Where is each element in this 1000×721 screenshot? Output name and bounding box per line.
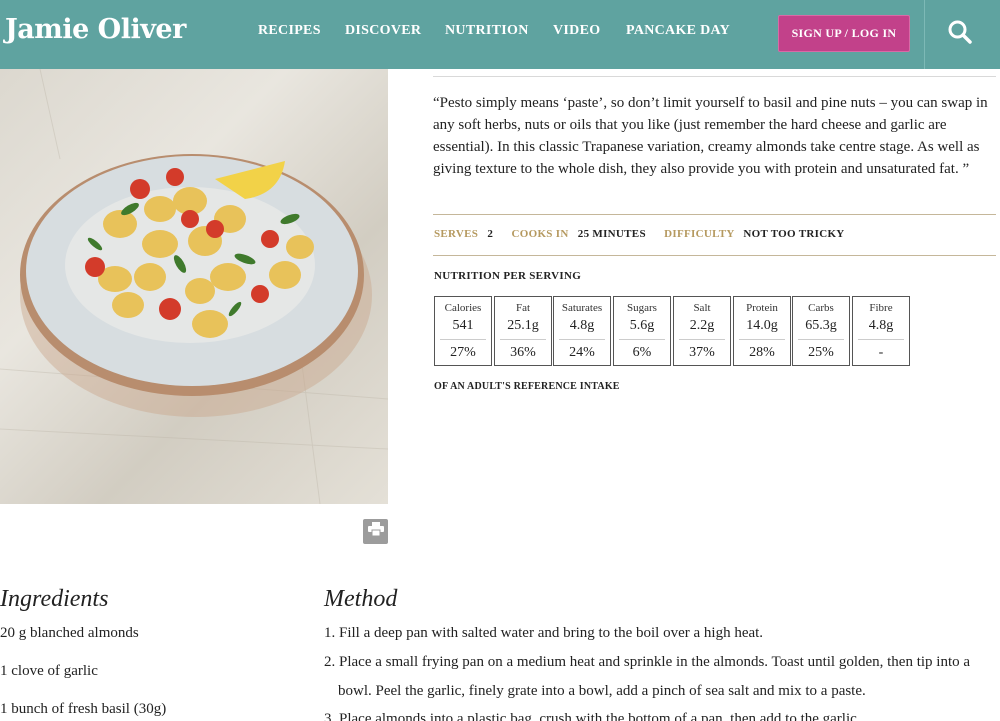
method-step: 3. Place almonds into a plastic bag, cru… — [324, 711, 861, 721]
nutrient-divider — [679, 339, 725, 340]
nutrition-box-salt: Salt 2.2g 37% — [673, 296, 731, 366]
nutrition-title: NUTRITION PER SERVING — [434, 270, 582, 282]
difficulty-value: NOT TOO TRICKY — [743, 228, 845, 240]
header-divider — [924, 0, 925, 69]
recipe-photo — [0, 69, 388, 504]
nutrient-value: 2.2g — [689, 318, 715, 333]
nutrient-label: Sugars — [627, 302, 657, 314]
nutrition-box-fibre: Fibre 4.8g - — [852, 296, 910, 366]
nutrition-box-fat: Fat 25.1g 36% — [494, 296, 552, 366]
nutrient-label: Salt — [693, 302, 711, 314]
nutrient-value: 25.1g — [507, 318, 539, 333]
nutrient-divider — [858, 339, 904, 340]
search-icon — [947, 19, 973, 50]
nutrient-label: Saturates — [561, 302, 603, 314]
print-button[interactable] — [363, 519, 388, 544]
ingredient-item: 20 g blanched almonds — [0, 625, 139, 641]
cooks-in-value: 25 MINUTES — [577, 228, 646, 240]
nutrient-value: 5.6g — [629, 318, 655, 333]
nutrient-label: Fat — [515, 302, 531, 314]
ingredient-item: 1 clove of garlic — [0, 663, 98, 679]
nutrient-percent: 6% — [632, 345, 652, 360]
divider — [433, 76, 996, 77]
site-header: Jamie Oliver RECIPES DISCOVER NUTRITION … — [0, 0, 1000, 69]
nutrient-divider — [798, 339, 844, 340]
nutrient-percent: 25% — [808, 345, 834, 360]
reference-intake-note: OF AN ADULT'S REFERENCE INTAKE — [434, 381, 620, 392]
method-step-continued: bowl. Peel the garlic, finely grate into… — [338, 683, 866, 699]
recipe-intro: “Pesto simply means ‘paste’, so don’t li… — [433, 95, 988, 177]
nutrient-divider — [500, 339, 546, 340]
nutrient-value: 4.8g — [868, 318, 894, 333]
nutrient-value: 541 — [452, 318, 474, 333]
divider — [433, 255, 996, 256]
nutrition-box-saturates: Saturates 4.8g 24% — [553, 296, 611, 366]
nav-item-pancake-day[interactable]: PANCAKE DAY — [626, 23, 730, 39]
nutrition-box-carbs: Carbs 65.3g 25% — [792, 296, 850, 366]
nutrient-label: Protein — [746, 302, 778, 314]
serves-value: 2 — [487, 228, 494, 240]
nutrient-value: 65.3g — [805, 318, 837, 333]
ingredient-item: 1 bunch of fresh basil (30g) — [0, 701, 167, 717]
site-logo[interactable]: Jamie Oliver — [5, 14, 186, 45]
nutrition-box-calories: Calories 541 27% — [434, 296, 492, 366]
nutrient-label: Fibre — [869, 302, 893, 314]
nutrient-percent: - — [878, 345, 884, 360]
nutrition-box-protein: Protein 14.0g 28% — [733, 296, 791, 366]
method-title: Method — [324, 586, 398, 612]
nutrition-box-sugars: Sugars 5.6g 6% — [613, 296, 671, 366]
nutrient-label: Carbs — [808, 302, 834, 314]
nutrient-divider — [559, 339, 605, 340]
search-button[interactable] — [940, 16, 980, 52]
nutrient-percent: 28% — [749, 345, 775, 360]
nav-item-video[interactable]: VIDEO — [553, 23, 600, 39]
signup-login-button[interactable]: SIGN UP / LOG IN — [778, 15, 910, 52]
nutrient-label: Calories — [444, 302, 482, 314]
nutrient-divider — [619, 339, 665, 340]
nutrient-percent: 36% — [510, 345, 536, 360]
method-step: 2. Place a small frying pan on a medium … — [324, 654, 971, 670]
serves-label: SERVES — [434, 228, 479, 240]
recipe-meta: SERVES 2 COOKS IN 25 MINUTES DIFFICULTY … — [434, 228, 845, 242]
nutrient-divider — [440, 339, 486, 340]
difficulty-label: DIFFICULTY — [664, 228, 735, 240]
nutrient-value: 14.0g — [746, 318, 778, 333]
print-icon — [367, 522, 384, 541]
nav-item-discover[interactable]: DISCOVER — [345, 23, 421, 39]
nutrient-percent: 27% — [450, 345, 476, 360]
method-step: 1. Fill a deep pan with salted water and… — [324, 625, 764, 641]
divider — [433, 214, 996, 215]
nutrient-percent: 24% — [569, 345, 595, 360]
nutrient-divider — [739, 339, 785, 340]
nav-item-recipes[interactable]: RECIPES — [258, 23, 321, 39]
nutrient-value: 4.8g — [569, 318, 595, 333]
cooks-in-label: COOKS IN — [511, 228, 569, 240]
nav-item-nutrition[interactable]: NUTRITION — [445, 23, 529, 39]
ingredients-title: Ingredients — [0, 586, 109, 612]
nutrient-percent: 37% — [689, 345, 715, 360]
